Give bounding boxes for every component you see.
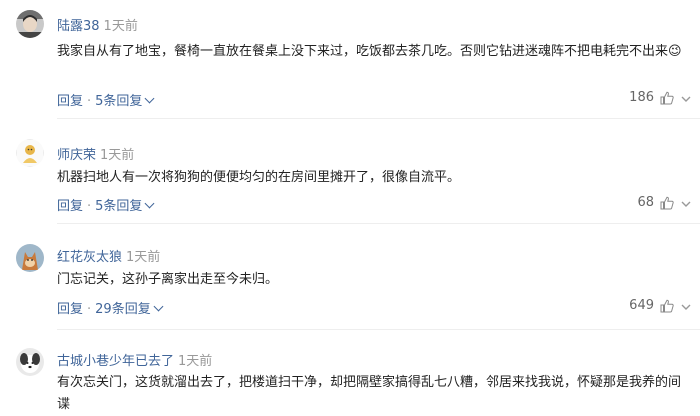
reply-button[interactable]: 回复 <box>57 94 83 109</box>
comment-time: 1天前 <box>126 250 161 265</box>
thumbs-up-icon[interactable] <box>660 299 674 313</box>
comment-text: 有次忘关门，这货就溜出去了，把楼道扫干净，却把隔壁家搞得乱七八糟，邻居来找我说，… <box>57 375 682 412</box>
avatar[interactable] <box>16 139 44 167</box>
username-link[interactable]: 古城小巷少年已去了 <box>57 354 174 369</box>
username-link[interactable]: 红花灰太狼 <box>57 250 122 265</box>
avatar-icon <box>16 348 44 376</box>
reply-button[interactable]: 回复 <box>57 302 83 317</box>
more-icon[interactable] <box>680 198 692 210</box>
comment-footer: 回复 · 5条回复 <box>57 90 155 109</box>
comment-text: 机器扫地人有一次将狗狗的便便均匀的在房间里摊开了，很像自流平。 <box>57 170 461 185</box>
replies-count: 5条回复 <box>95 199 143 214</box>
avatar[interactable] <box>16 244 44 272</box>
reply-button[interactable]: 回复 <box>57 199 83 214</box>
comment-item: 师庆荣 1天前 机器扫地人有一次将狗狗的便便均匀的在房间里摊开了，很像自流平。 回… <box>0 119 700 223</box>
separator-dot: · <box>87 199 92 214</box>
chevron-down-icon <box>153 301 164 312</box>
separator-dot: · <box>87 94 92 109</box>
replies-toggle[interactable]: 5条回复 <box>95 198 155 214</box>
chevron-down-icon <box>144 93 155 104</box>
like-count: 68 <box>637 195 654 210</box>
replies-count: 5条回复 <box>95 94 143 109</box>
avatar-icon <box>16 244 44 272</box>
thumbs-up-icon[interactable] <box>660 196 674 210</box>
comment-header: 古城小巷少年已去了 1天前 <box>57 350 212 369</box>
replies-count: 29条回复 <box>95 302 151 317</box>
avatar-icon <box>16 139 44 167</box>
avatar[interactable] <box>16 348 44 376</box>
replies-toggle[interactable]: 5条回复 <box>95 93 155 109</box>
comment-footer: 回复 · 5条回复 <box>57 195 155 214</box>
comment-header: 师庆荣 1天前 <box>57 144 134 163</box>
comment-item: 红花灰太狼 1天前 门忘记关，这孙子离家出走至今未归。 回复 · 29条回复 649 <box>0 224 700 329</box>
comment-item: 古城小巷少年已去了 1天前 有次忘关门，这货就溜出去了，把楼道扫干净，却把隔壁家搞… <box>0 330 700 412</box>
comment-header: 陆露38 1天前 <box>57 15 138 34</box>
comment-header: 红花灰太狼 1天前 <box>57 246 160 265</box>
comment-time: 1天前 <box>100 148 135 163</box>
comment-time: 1天前 <box>103 19 138 34</box>
chevron-down-icon <box>144 198 155 209</box>
replies-toggle[interactable]: 29条回复 <box>95 301 164 317</box>
more-icon[interactable] <box>680 301 692 313</box>
username-link[interactable]: 师庆荣 <box>57 148 96 163</box>
separator-dot: · <box>87 302 92 317</box>
avatar-icon <box>16 10 44 38</box>
comment-time: 1天前 <box>178 354 213 369</box>
more-icon[interactable] <box>680 93 692 105</box>
comment-text: 门忘记关，这孙子离家出走至今未归。 <box>57 272 279 287</box>
comment-text: 我家自从有了地宝，餐椅一直放在餐桌上没下来过，吃饭都去茶几吃。否则它钻进迷魂阵不… <box>57 44 682 59</box>
avatar[interactable] <box>16 10 44 38</box>
like-count: 649 <box>629 298 654 313</box>
username-link[interactable]: 陆露38 <box>57 19 100 34</box>
thumbs-up-icon[interactable] <box>660 91 674 105</box>
like-count: 186 <box>629 90 654 105</box>
comment-footer: 回复 · 29条回复 <box>57 298 164 317</box>
comment-item: 陆露38 1天前 我家自从有了地宝，餐椅一直放在餐桌上没下来过，吃饭都去茶几吃。否… <box>0 0 700 118</box>
